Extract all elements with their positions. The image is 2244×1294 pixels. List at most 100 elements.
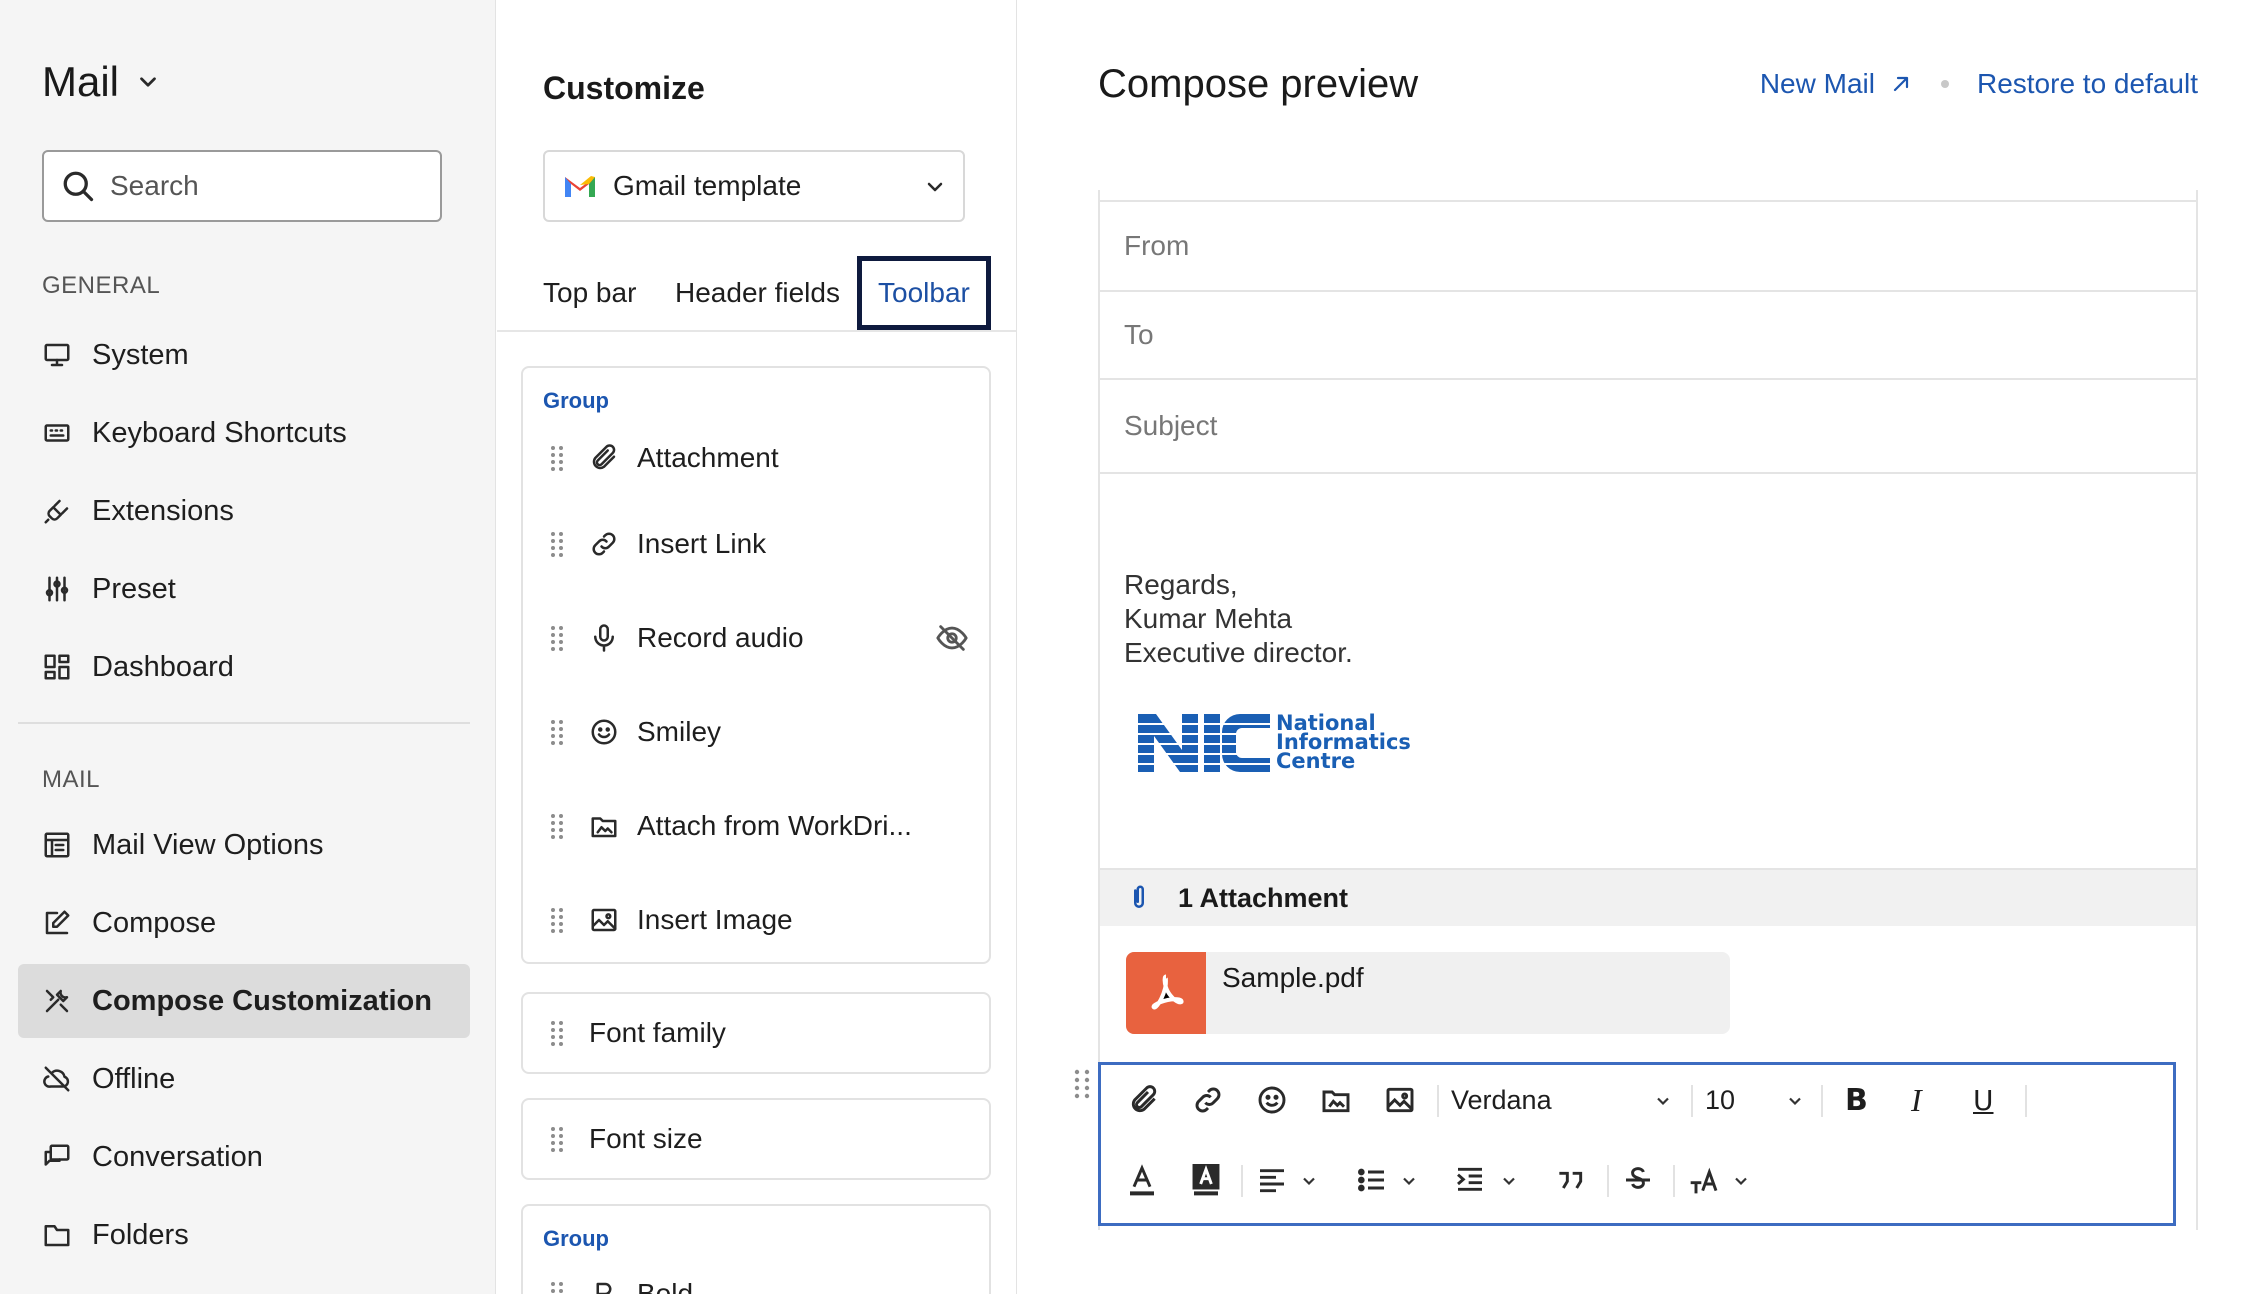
text-format-icon (1690, 1167, 1718, 1194)
toolbar-item-record-audio[interactable]: Record audio (549, 618, 979, 658)
template-select[interactable]: Gmail template (543, 150, 965, 222)
attach-from-workdrive-button[interactable] (1319, 1083, 1353, 1117)
signature-line: Executive director. (1124, 637, 1353, 668)
background-color-button[interactable] (1189, 1163, 1223, 1197)
chevron-down-icon (140, 77, 156, 87)
font-size-select[interactable]: 10 (1705, 1083, 1785, 1117)
sidebar-item-compose[interactable]: Compose (18, 886, 470, 960)
toolbar-item-label: Font family (589, 1017, 726, 1048)
subject-field[interactable]: Subject (1100, 380, 2196, 474)
sidebar-item-keyboard-shortcuts[interactable]: Keyboard Shortcuts (18, 396, 470, 470)
attachment-button[interactable] (1127, 1083, 1161, 1117)
highlight-color-icon (1192, 1164, 1220, 1196)
toolbar-separator (1821, 1085, 1823, 1117)
toolbar-item-attachment[interactable]: Attachment (549, 438, 779, 478)
drag-handle-icon[interactable] (549, 624, 565, 652)
toolbar-item-attach-from-workdrive[interactable]: Attach from WorkDri... (549, 806, 912, 846)
toolbar-item-font-family[interactable]: Font family (521, 992, 991, 1074)
image-icon (591, 908, 617, 932)
tab-toolbar[interactable]: Toolbar (857, 256, 991, 330)
toolbar-item-label: Attach from WorkDri... (637, 810, 912, 841)
insert-link-button[interactable] (1191, 1083, 1225, 1117)
toolbar-item-smiley[interactable]: Smiley (549, 712, 721, 752)
quote-icon (1559, 1171, 1583, 1189)
chevron-down-icon (927, 182, 943, 192)
signature-line: Regards, (1124, 569, 1238, 600)
sidebar-item-compose-customization[interactable]: Compose Customization (18, 964, 470, 1038)
restore-default-link[interactable]: Restore to default (1977, 68, 2198, 100)
eye-off-icon[interactable] (935, 621, 969, 655)
drag-handle-icon[interactable] (549, 1125, 565, 1153)
link-icon (1195, 1087, 1221, 1113)
drag-handle-icon[interactable] (549, 444, 565, 472)
tab-top-bar[interactable]: Top bar (543, 256, 636, 330)
bold-icon (596, 1282, 612, 1294)
drag-handle-icon[interactable] (549, 1280, 565, 1294)
italic-button[interactable]: I (1911, 1082, 1922, 1118)
indent-icon (1457, 1167, 1482, 1191)
toolbar-separator (1437, 1085, 1439, 1117)
indent-chevron[interactable] (1499, 1171, 1519, 1191)
attachment-file-chip[interactable]: Sample.pdf (1126, 952, 1730, 1034)
sidebar-item-folders[interactable]: Folders (18, 1198, 470, 1272)
drag-handle-icon[interactable] (549, 906, 565, 934)
template-select-value: Gmail template (613, 170, 802, 201)
insert-image-button[interactable] (1383, 1083, 1417, 1117)
strikethrough-button[interactable] (1621, 1163, 1655, 1197)
sidebar-item-conversation[interactable]: Conversation (18, 1120, 470, 1194)
toolbar-item-label: Insert Image (637, 904, 793, 935)
separator-dot (1940, 80, 1949, 88)
paperclip-icon (1131, 1085, 1157, 1113)
sidebar-item-label: Compose (92, 906, 217, 939)
sidebar-item-offline[interactable]: Offline (18, 1042, 470, 1116)
drag-handle-icon[interactable] (549, 1019, 565, 1047)
alignment-button[interactable] (1255, 1163, 1289, 1197)
toolbar-separator (2025, 1085, 2027, 1117)
alignment-chevron[interactable] (1299, 1171, 1319, 1191)
sidebar-item-dashboard[interactable]: Dashboard (18, 630, 470, 704)
sidebar-item-label: Dashboard (92, 650, 234, 683)
sidebar-item-extensions[interactable]: Extensions (18, 474, 470, 548)
toolbar-item-font-size[interactable]: Font size (521, 1098, 991, 1180)
app-title: Mail (42, 58, 120, 105)
drag-handle-icon[interactable] (549, 718, 565, 746)
toolbar-drag-handle-icon[interactable] (1072, 1068, 1092, 1100)
search-box[interactable] (42, 150, 442, 222)
text-format-button[interactable] (1687, 1163, 1721, 1197)
smiley-button[interactable] (1255, 1083, 1289, 1117)
sidebar-item-preset[interactable]: Preset (18, 552, 470, 626)
bold-button[interactable]: B (1845, 1083, 1868, 1118)
text-format-chevron[interactable] (1731, 1171, 1751, 1191)
font-family-chevron[interactable] (1653, 1091, 1673, 1111)
toolbar-row-1: Verdana 10 B I U (1101, 1069, 2173, 1129)
underline-button[interactable]: U (1973, 1083, 1994, 1117)
chevron-down-icon (1503, 1177, 1515, 1186)
font-size-chevron[interactable] (1785, 1091, 1805, 1111)
drag-handle-icon[interactable] (549, 530, 565, 558)
sidebar-item-label: Keyboard Shortcuts (92, 416, 347, 449)
toolbar-item-label: Bold (637, 1278, 694, 1294)
app-switcher[interactable]: Mail (42, 58, 161, 106)
font-size-value: 10 (1705, 1084, 1736, 1115)
sidebar-item-mail-view-options[interactable]: Mail View Options (18, 808, 470, 882)
text-color-button[interactable] (1125, 1163, 1159, 1197)
indent-button[interactable] (1453, 1163, 1487, 1197)
from-field[interactable]: From (1100, 202, 2196, 292)
tab-header-fields[interactable]: Header fields (675, 256, 840, 330)
sidebar-item-label: Folders (92, 1218, 189, 1251)
search-input[interactable] (110, 170, 410, 202)
blockquote-button[interactable] (1553, 1163, 1587, 1197)
font-family-select[interactable]: Verdana (1451, 1083, 1677, 1117)
toolbar-item-insert-image[interactable]: Insert Image (549, 900, 793, 940)
new-mail-link[interactable]: New Mail (1760, 68, 1913, 100)
drag-handle-icon[interactable] (549, 812, 565, 840)
list-chevron[interactable] (1399, 1171, 1419, 1191)
toolbar-item-bold[interactable]: Bold (549, 1274, 693, 1294)
toolbar-group-card: Group Attachment Insert Link Record audi… (521, 366, 991, 964)
dashboard-icon (44, 654, 70, 680)
sidebar-item-system[interactable]: System (18, 318, 470, 392)
to-field[interactable]: To (1100, 292, 2196, 380)
list-button[interactable] (1355, 1163, 1389, 1197)
toolbar-item-insert-link[interactable]: Insert Link (549, 524, 766, 564)
toolbar-item-label: Font size (589, 1123, 703, 1154)
